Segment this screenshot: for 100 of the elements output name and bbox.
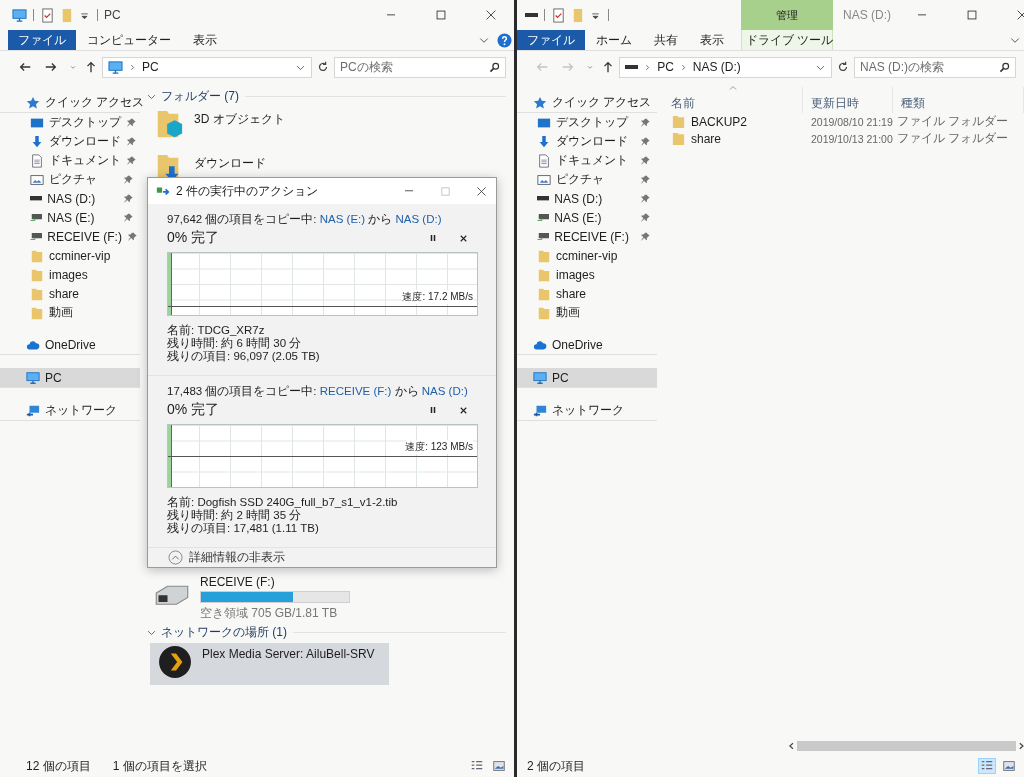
detail-text: 残りの項目: 96,097 (2.05 TB) — [167, 350, 321, 363]
folder-icon — [537, 267, 551, 282]
speed-label: 速度: 123 MB/s — [405, 440, 473, 454]
drive-icon — [625, 64, 639, 70]
copy-status-text: 17,483 個の項目をコピー中: RECEIVE (F:) から NAS (D:) — [167, 384, 469, 399]
sidebar-item[interactable]: ダウンロード — [0, 132, 140, 151]
sidebar-item[interactable]: NAS (E:) — [517, 208, 657, 227]
down-arrow-icon — [537, 134, 551, 149]
folder-icon — [537, 305, 551, 320]
ribbon-tab[interactable]: 表示 — [182, 30, 228, 50]
table-cell-text: 2019/08/10 21:19 — [810, 115, 893, 128]
source-link[interactable]: NAS (E:) — [319, 213, 366, 225]
breadcrumb[interactable]: NAS (D:) — [692, 60, 741, 74]
sidebar-item[interactable]: ピクチャ — [517, 170, 657, 189]
monitor-icon — [108, 59, 123, 75]
ribbon-tab[interactable]: コンピューター — [76, 30, 182, 50]
ribbon-tab[interactable]: 共有 — [643, 30, 689, 50]
scroll-left-icon[interactable] — [789, 742, 794, 750]
sidebar-item[interactable]: 動画 — [0, 303, 140, 322]
table-cell-text: ファイル フォルダー — [896, 130, 1010, 147]
ribbon-tab[interactable]: ファイル — [517, 30, 585, 50]
up-arrow-icon — [601, 60, 615, 74]
detail-text: 残りの項目: 17,481 (1.11 TB) — [167, 522, 320, 535]
ribbon-tab[interactable]: 表示 — [689, 30, 735, 50]
detail-text: 名前: Dogfish SSD 240G_full_b7_s1_v1-2.tib — [167, 496, 399, 509]
chevron-right-icon — [643, 62, 653, 72]
hide-details-button[interactable]: 詳細情報の非表示 — [168, 549, 285, 566]
ribbon-tab[interactable]: ホーム — [585, 30, 643, 50]
details-view-button[interactable] — [978, 758, 996, 774]
search-field[interactable]: NAS (D:)の検索 — [854, 56, 1016, 78]
address-bar[interactable]: PC — [102, 56, 312, 78]
sidebar-item[interactable]: OneDrive — [517, 335, 657, 355]
column-header[interactable]: 種類 — [893, 87, 1024, 113]
sidebar-item[interactable]: 動画 — [517, 303, 657, 322]
column-header[interactable]: 名前 — [663, 87, 803, 113]
source-link[interactable]: RECEIVE (F:) — [319, 385, 392, 397]
network-icon — [26, 403, 40, 418]
up-arrow-icon — [84, 60, 98, 74]
sidebar-item[interactable]: ccminer-vip — [517, 246, 657, 265]
search-field[interactable]: PCの検索 — [334, 56, 506, 78]
large-icons-view-button[interactable] — [490, 758, 508, 774]
sidebar-item[interactable]: RECEIVE (F:) — [517, 227, 657, 246]
sidebar-item[interactable]: ネットワーク — [517, 401, 657, 421]
breadcrumb[interactable]: PC — [142, 60, 159, 74]
picture-icon — [537, 172, 551, 187]
help-button[interactable] — [497, 30, 512, 50]
column-header[interactable]: 更新日時 — [803, 87, 893, 113]
chevron-logo-icon — [158, 645, 192, 679]
drive-item[interactable]: RECEIVE (F:) 空き領域 705 GB/1.81 TB — [146, 573, 362, 621]
network-drive-icon — [30, 233, 43, 240]
sidebar-item[interactable]: ドキュメント — [517, 151, 657, 170]
sidebar-item[interactable]: クイック アクセス — [517, 93, 657, 113]
sidebar-item[interactable]: PC — [517, 368, 657, 388]
sidebar-item[interactable]: OneDrive — [0, 335, 140, 355]
breadcrumb[interactable]: PC — [657, 60, 674, 74]
large-icons-view-button[interactable] — [1000, 758, 1018, 774]
status-text: 1 個の項目を選択 — [112, 757, 207, 775]
sidebar-item[interactable]: ccminer-vip — [0, 246, 140, 265]
sidebar-item[interactable]: デスクトップ — [517, 113, 657, 132]
group-header[interactable]: フォルダー (7) — [146, 87, 239, 105]
checklist-icon — [551, 7, 567, 23]
network-drive-icon — [537, 214, 550, 221]
sidebar-item[interactable]: share — [517, 284, 657, 303]
folder-icon — [537, 248, 551, 263]
monitor-icon — [26, 370, 40, 385]
address-bar[interactable]: PC NAS (D:) — [619, 56, 832, 78]
sidebar-item[interactable]: NAS (E:) — [0, 208, 140, 227]
sidebar-item[interactable]: PC — [0, 368, 140, 388]
sidebar-item[interactable]: NAS (D:) — [517, 189, 657, 208]
document-icon — [30, 153, 44, 168]
network-location-item[interactable]: Plex Media Server: AiluBell-SRV — [150, 643, 389, 685]
scroll-right-icon[interactable] — [1019, 742, 1024, 750]
close-icon — [474, 184, 488, 198]
search-icon — [488, 60, 501, 74]
dialog-title: 2 件の実行中のアクション — [176, 182, 318, 200]
group-header[interactable]: ネットワークの場所 (1) — [146, 623, 287, 641]
sidebar-item[interactable]: ネットワーク — [0, 401, 140, 421]
folder-item[interactable]: 3D オブジェクト — [146, 107, 342, 151]
sidebar-item[interactable]: ピクチャ — [0, 170, 140, 189]
sidebar-item[interactable]: NAS (D:) — [0, 189, 140, 208]
sidebar-item[interactable]: RECEIVE (F:) — [0, 227, 140, 246]
horizontal-scrollbar[interactable] — [789, 739, 1024, 753]
file-row[interactable]: share — [663, 131, 803, 146]
detail-text: 残り時間: 約 6 時間 30 分 — [167, 337, 303, 350]
sidebar-item[interactable]: ダウンロード — [517, 132, 657, 151]
ribbon-tab[interactable]: ドライブ ツール — [741, 30, 833, 50]
minimize-icon — [404, 190, 414, 192]
destination-link[interactable]: NAS (D:) — [421, 385, 468, 397]
sidebar-item[interactable]: ドキュメント — [0, 151, 140, 170]
sidebar-item[interactable]: images — [0, 265, 140, 284]
network-icon — [533, 403, 547, 418]
folder-icon — [671, 114, 686, 129]
maximize-icon — [438, 184, 452, 198]
sidebar-item[interactable]: images — [517, 265, 657, 284]
maximize-icon — [965, 8, 979, 22]
sidebar-item[interactable]: share — [0, 284, 140, 303]
window-title: NAS (D:) — [843, 8, 891, 22]
file-row[interactable]: BACKUP2 — [663, 114, 803, 129]
destination-link[interactable]: NAS (D:) — [395, 213, 442, 225]
sidebar-item[interactable]: デスクトップ — [0, 113, 140, 132]
